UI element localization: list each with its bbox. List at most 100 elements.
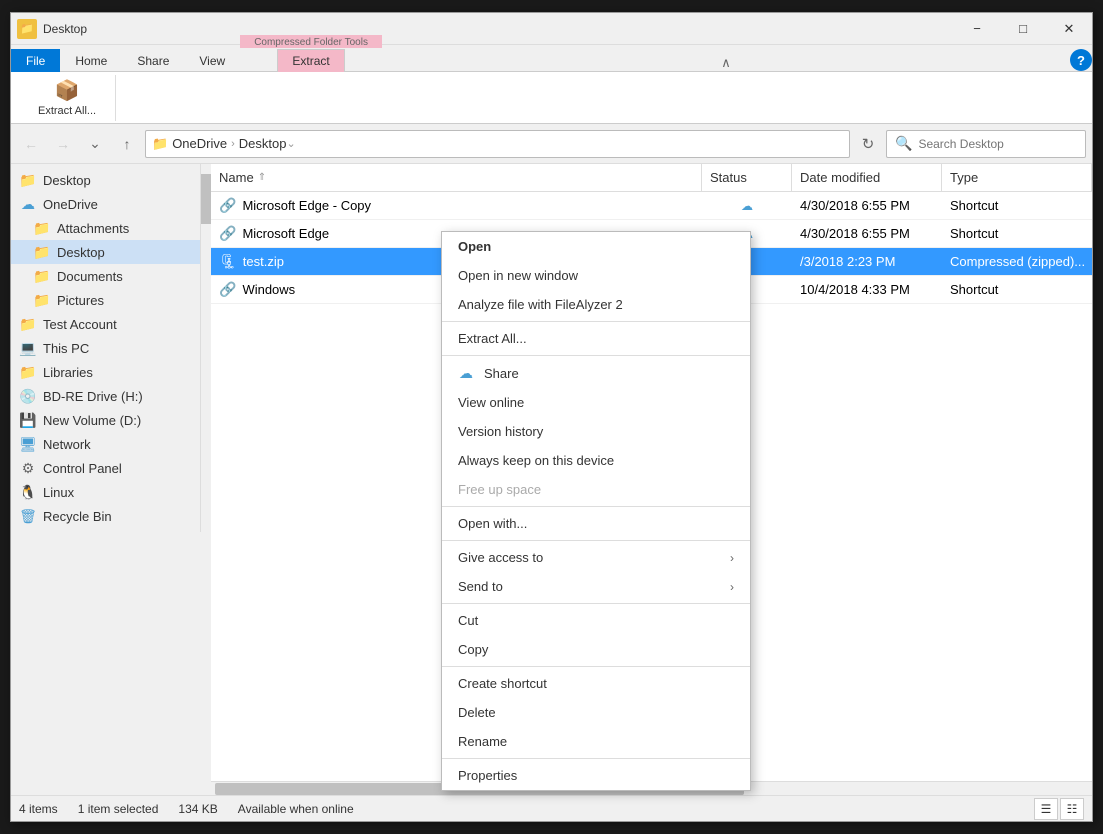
linux-icon: 🐧: [19, 483, 37, 501]
back-button[interactable]: ←: [17, 130, 45, 158]
sidebar-item-new-volume[interactable]: 💾 New Volume (D:): [11, 408, 200, 432]
search-box[interactable]: 🔍: [886, 130, 1086, 158]
col-header-type[interactable]: Type: [942, 164, 1092, 191]
sidebar-item-desktop[interactable]: 📁 Desktop: [11, 168, 200, 192]
maximize-button[interactable]: □: [1000, 13, 1046, 45]
table-row[interactable]: 🔗 Microsoft Edge - Copy ☁ 4/30/2018 6:55…: [211, 192, 1092, 220]
sidebar-item-onedrive[interactable]: ☁ OneDrive: [11, 192, 200, 216]
cloud-share-icon: ☁: [458, 365, 474, 381]
address-box[interactable]: 📁 OneDrive › Desktop ⌄: [145, 130, 850, 158]
ctx-extract-all[interactable]: Extract All...: [442, 324, 750, 353]
sidebar-item-attachments[interactable]: 📁 Attachments: [11, 216, 200, 240]
sidebar-item-bd-drive[interactable]: 💿 BD-RE Drive (H:): [11, 384, 200, 408]
ctx-always-keep[interactable]: Always keep on this device: [442, 446, 750, 475]
col-header-date[interactable]: Date modified: [792, 164, 942, 191]
recent-locations-button[interactable]: ⌄: [81, 130, 109, 158]
ctx-analyze[interactable]: Analyze file with FileAlyzer 2: [442, 290, 750, 319]
search-icon: 🔍: [895, 135, 912, 152]
file-type-cell: Shortcut: [942, 198, 1092, 213]
col-header-status[interactable]: Status: [702, 164, 792, 191]
close-button[interactable]: ✕: [1046, 13, 1092, 45]
tab-extract[interactable]: Extract: [277, 49, 344, 72]
ctx-rename[interactable]: Rename: [442, 727, 750, 756]
ctx-copy-label: Copy: [458, 642, 734, 657]
tab-home[interactable]: Home: [60, 49, 122, 72]
ctx-open-with[interactable]: Open with...: [442, 509, 750, 538]
sidebar: 📁 Desktop ☁ OneDrive 📁 Attachments 📁 Des…: [11, 164, 211, 795]
ctx-view-online[interactable]: View online: [442, 388, 750, 417]
ctx-properties[interactable]: Properties: [442, 761, 750, 790]
folder-icon: 📁: [33, 243, 51, 261]
file-type-cell: Shortcut: [942, 282, 1092, 297]
minimize-button[interactable]: −: [954, 13, 1000, 45]
ctx-open[interactable]: Open: [442, 232, 750, 261]
ctx-create-shortcut[interactable]: Create shortcut: [442, 669, 750, 698]
window-icon: 📁: [17, 19, 37, 39]
sidebar-list: 📁 Desktop ☁ OneDrive 📁 Attachments 📁 Des…: [11, 164, 201, 532]
file-status-cell: ☁: [702, 199, 792, 213]
sidebar-item-recycle-bin[interactable]: 🗑 Recycle Bin: [11, 504, 200, 528]
up-button[interactable]: ↑: [113, 130, 141, 158]
sidebar-item-label: Linux: [43, 485, 74, 500]
status-size: 134 KB: [178, 802, 217, 816]
help-button[interactable]: ?: [1070, 49, 1092, 71]
ribbon-content: 📦 Extract All...: [11, 71, 1092, 123]
large-icons-view-button[interactable]: ☷: [1060, 798, 1084, 820]
sidebar-item-linux[interactable]: 🐧 Linux: [11, 480, 200, 504]
folder-icon: 📁: [33, 267, 51, 285]
sidebar-scrollbar[interactable]: [201, 164, 211, 795]
ctx-give-access-arrow: ›: [730, 551, 734, 565]
file-date-cell: 4/30/2018 6:55 PM: [792, 226, 942, 241]
ctx-version-history-label: Version history: [458, 424, 734, 439]
folder-icon: 📁: [19, 363, 37, 381]
ribbon: File Home Share View Compressed Folder T…: [11, 45, 1092, 124]
col-header-name[interactable]: Name ⇑: [211, 164, 702, 191]
ctx-always-keep-label: Always keep on this device: [458, 453, 734, 468]
tab-view[interactable]: View: [184, 49, 240, 72]
sidebar-item-label: OneDrive: [43, 197, 98, 212]
tab-file[interactable]: File: [11, 49, 60, 72]
sidebar-item-desktop-sub[interactable]: 📁 Desktop: [11, 240, 200, 264]
ctx-send-to-arrow: ›: [730, 580, 734, 594]
extract-all-button[interactable]: 📦 Extract All...: [27, 73, 107, 122]
ctx-give-access[interactable]: Give access to ›: [442, 543, 750, 572]
sidebar-item-label: Attachments: [57, 221, 129, 236]
details-view-button[interactable]: ☰: [1034, 798, 1058, 820]
sidebar-item-pictures[interactable]: 📁 Pictures: [11, 288, 200, 312]
file-name: test.zip: [243, 254, 284, 269]
cloud-icon: ☁: [19, 195, 37, 213]
sidebar-item-this-pc[interactable]: 💻 This PC: [11, 336, 200, 360]
ctx-copy[interactable]: Copy: [442, 635, 750, 664]
file-column-headers: Name ⇑ Status Date modified Type: [211, 164, 1092, 192]
ctx-open-new-window[interactable]: Open in new window: [442, 261, 750, 290]
sidebar-item-control-panel[interactable]: ⚙ Control Panel: [11, 456, 200, 480]
forward-button[interactable]: →: [49, 130, 77, 158]
file-name: Microsoft Edge: [242, 226, 329, 241]
ctx-delete[interactable]: Delete: [442, 698, 750, 727]
status-selected: 1 item selected: [78, 802, 159, 816]
ribbon-collapse-button[interactable]: ∧: [715, 55, 737, 71]
sidebar-item-libraries[interactable]: 📁 Libraries: [11, 360, 200, 384]
refresh-button[interactable]: ↻: [854, 130, 882, 158]
sidebar-scrollbar-thumb: [201, 174, 211, 224]
ctx-share[interactable]: ☁ Share: [442, 358, 750, 388]
ctx-version-history[interactable]: Version history: [442, 417, 750, 446]
ctx-delete-label: Delete: [458, 705, 734, 720]
ctx-divider-3: [442, 506, 750, 507]
address-expand-button[interactable]: ⌄: [286, 137, 295, 150]
tab-share[interactable]: Share: [122, 49, 184, 72]
ctx-send-to[interactable]: Send to ›: [442, 572, 750, 601]
search-input[interactable]: [918, 137, 1077, 151]
sidebar-item-label: BD-RE Drive (H:): [43, 389, 143, 404]
sidebar-item-documents[interactable]: 📁 Documents: [11, 264, 200, 288]
col-type-label: Type: [950, 170, 978, 185]
folder-icon: 📁: [33, 219, 51, 237]
window-controls: − □ ✕: [954, 13, 1092, 45]
col-status-label: Status: [710, 170, 747, 185]
ctx-cut[interactable]: Cut: [442, 606, 750, 635]
sidebar-item-test-account[interactable]: 📁 Test Account: [11, 312, 200, 336]
file-name: Windows: [242, 282, 295, 297]
address-separator-1: ›: [231, 138, 235, 150]
ctx-give-access-label: Give access to: [458, 550, 720, 565]
sidebar-item-network[interactable]: 🖥 Network: [11, 432, 200, 456]
